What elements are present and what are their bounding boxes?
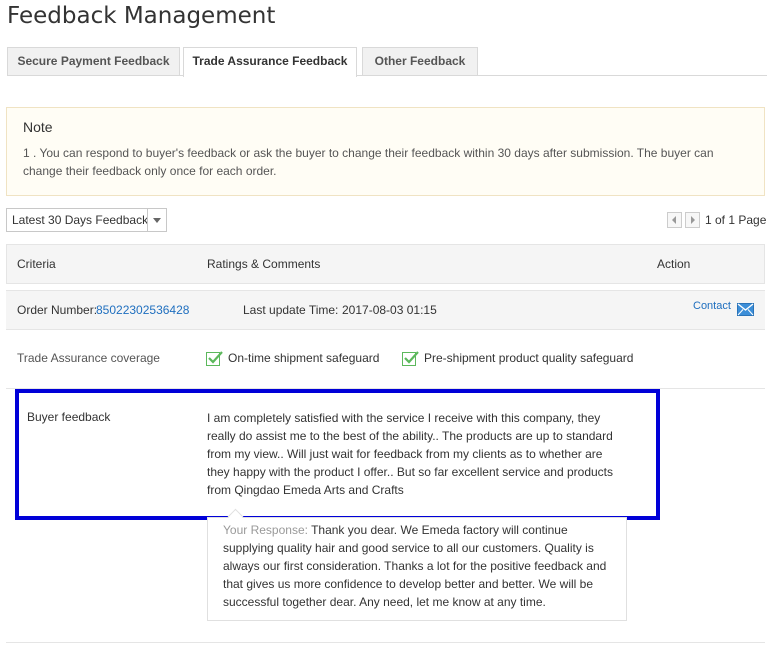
feedback-period-value: Latest 30 Days Feedback	[12, 213, 149, 227]
chevron-down-icon[interactable]	[147, 209, 166, 231]
note-box: Note 1 . You can respond to buyer's feed…	[6, 107, 765, 196]
divider	[6, 642, 765, 643]
column-criteria: Criteria	[17, 257, 56, 271]
feedback-period-select[interactable]: Latest 30 Days Feedback	[6, 208, 167, 232]
tab-secure-payment-feedback[interactable]: Secure Payment Feedback	[7, 47, 180, 75]
tab-other-feedback[interactable]: Other Feedback	[362, 47, 478, 75]
seller-response-box: Your Response: Thank you dear. We Emeda …	[207, 517, 627, 621]
envelope-icon[interactable]	[737, 303, 754, 316]
response-label: Your Response:	[223, 523, 308, 537]
pager: 1 of 1 Page	[667, 212, 767, 228]
highlight-box	[15, 389, 660, 520]
note-title: Note	[23, 119, 53, 135]
order-number-link[interactable]: 85022302536428	[96, 291, 189, 329]
table-header: Criteria Ratings & Comments Action	[6, 244, 765, 284]
page-indicator: 1 of 1 Page	[705, 213, 767, 227]
column-action: Action	[657, 257, 691, 271]
checkbox-checked-icon	[402, 351, 419, 366]
coverage-row: Trade Assurance coverage On-time shipmen…	[6, 330, 765, 389]
last-update-label: Last update Time:	[243, 303, 339, 317]
coverage-item-label: On-time shipment safeguard	[228, 351, 380, 365]
order-number-label: Order Number:	[17, 303, 98, 317]
coverage-item: Pre-shipment product quality safeguard	[402, 350, 633, 370]
coverage-item-label: Pre-shipment product quality safeguard	[424, 351, 634, 365]
order-row: Order Number: 85022302536428 Last update…	[6, 290, 765, 330]
prev-page-button[interactable]	[667, 212, 682, 228]
tab-bar: Secure Payment Feedback Trade Assurance …	[7, 47, 767, 77]
coverage-label: Trade Assurance coverage	[17, 351, 160, 365]
tab-trade-assurance-feedback[interactable]: Trade Assurance Feedback	[183, 47, 357, 77]
page-title: Feedback Management	[7, 3, 276, 29]
seller-response: Your Response: Thank you dear. We Emeda …	[223, 521, 615, 611]
checkbox-checked-icon	[206, 351, 223, 366]
coverage-item: On-time shipment safeguard	[206, 350, 379, 370]
column-ratings-comments: Ratings & Comments	[207, 257, 321, 271]
next-page-button[interactable]	[685, 212, 700, 228]
note-text: 1 . You can respond to buyer's feedback …	[23, 146, 714, 178]
last-update-time: 2017-08-03 01:15	[342, 303, 437, 317]
chevron-right-icon	[691, 216, 695, 224]
contact-link[interactable]: Contact	[693, 287, 731, 310]
chevron-left-icon	[672, 216, 676, 224]
